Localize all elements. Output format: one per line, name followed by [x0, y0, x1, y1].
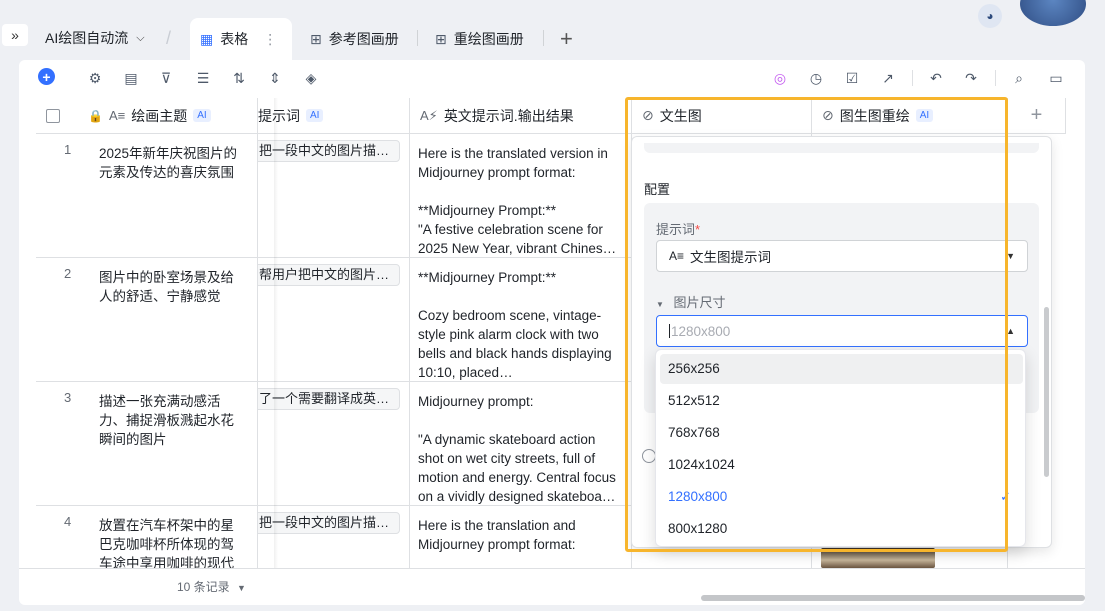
top-bar: » AI绘图自动流 ⌵ / ▦ 表格 ⋮ ⊞ 参考图画册 ⊞ 重绘图画册 + ◕ — [0, 0, 1105, 60]
output-text: Here is the translated version in Midjou… — [418, 146, 617, 256]
table-row[interactable]: 2 图片中的卧室场景及给人的舒适、宁静感觉 — [36, 258, 258, 382]
frozen-column-divider — [274, 98, 278, 568]
linked-chip[interactable]: 把一段中文的图片描… — [258, 140, 400, 162]
output-text: **Midjourney Prompt:** Cozy bedroom scen… — [418, 270, 612, 380]
more-icon[interactable]: ⋮ — [263, 31, 277, 48]
theme-cell[interactable]: 图片中的卧室场景及给人的舒适、宁静感觉 — [99, 268, 247, 306]
linked-chip[interactable]: 帮用户把中文的图片… — [258, 264, 400, 286]
avatar[interactable]: ◕ — [978, 4, 1002, 28]
field-config-icon[interactable]: ▤ — [122, 69, 140, 87]
tab-label: 表格 — [220, 31, 249, 47]
chevron-down-icon: ⌵ — [136, 31, 145, 44]
redo-icon[interactable]: ↷ — [962, 69, 980, 87]
add-column-icon[interactable]: + — [1008, 98, 1066, 134]
prompt-cell[interactable]: 把一段中文的图片描… — [258, 134, 410, 258]
add-record-icon[interactable]: + — [38, 68, 55, 85]
output-cell[interactable]: **Midjourney Prompt:** Cozy bedroom scen… — [410, 258, 632, 382]
row-number: 1 — [64, 142, 72, 157]
popup-scrollbar[interactable] — [1044, 307, 1049, 477]
text-field-icon: A≡ — [108, 108, 126, 123]
lock-icon: 🔒 — [88, 108, 103, 123]
form-icon[interactable]: ☑ — [843, 69, 861, 87]
output-cell[interactable]: Here is the translated version in Midjou… — [410, 134, 632, 258]
tab-redraw-gallery[interactable]: ⊞ 重绘图画册 — [425, 18, 534, 60]
header-label: 英文提示词.输出结果 — [443, 107, 574, 124]
filter-icon[interactable]: ⊽ — [157, 69, 175, 87]
column-header-english[interactable]: A⚡ 英文提示词.输出结果 — [410, 98, 632, 134]
automation-icon[interactable]: ◷ — [807, 69, 825, 87]
comment-icon[interactable]: ▭ — [1047, 69, 1065, 87]
header-label: 提示词 — [258, 107, 300, 124]
output-cell[interactable]: Here is the translation and Midjourney p… — [410, 506, 632, 568]
ai-badge: AI — [306, 109, 324, 122]
tab-label: 参考图画册 — [328, 31, 399, 47]
record-count[interactable]: 10 条记录 ▼ — [177, 578, 246, 595]
add-tab-icon[interactable]: + — [560, 26, 573, 52]
prompt-cell[interactable]: 把一段中文的图片描… — [258, 506, 410, 568]
fill-color-icon[interactable]: ◈ — [302, 69, 320, 87]
ai-badge: AI — [193, 109, 211, 122]
tab-reference-gallery[interactable]: ⊞ 参考图画册 — [300, 18, 409, 60]
output-cell[interactable]: Midjourney prompt: "A dynamic skateboard… — [410, 382, 632, 506]
table-row[interactable]: 3 描述一张充满动感活力、捕捉滑板溅起水花瞬间的图片 — [36, 382, 258, 506]
theme-cell[interactable]: 2025年新年庆祝图片的元素及传达的喜庆氛围 — [99, 144, 247, 182]
ai-text-field-icon: A⚡ — [420, 107, 438, 123]
tab-label: 重绘图画册 — [453, 31, 524, 47]
app-switcher[interactable]: AI绘图自动流 ⌵ — [45, 28, 145, 48]
divider — [417, 30, 418, 46]
share-icon[interactable]: ↗ — [879, 69, 897, 87]
gallery-icon: ⊞ — [310, 30, 322, 47]
horizontal-scrollbar[interactable] — [701, 595, 1085, 601]
sort-icon[interactable]: ⇅ — [230, 69, 248, 87]
ai-assistant-icon[interactable]: ◎ — [771, 69, 789, 87]
row-number: 4 — [64, 514, 72, 529]
divider — [995, 70, 996, 86]
linked-chip[interactable]: 把一段中文的图片描… — [258, 512, 400, 534]
theme-cell[interactable]: 放置在汽车杯架中的星巴克咖啡杯所体现的驾车途中享用咖啡的现代 — [99, 516, 247, 568]
highlight-box — [625, 97, 1008, 552]
row-number: 3 — [64, 390, 72, 405]
divider: / — [166, 28, 172, 48]
output-text: Midjourney prompt: "A dynamic skateboard… — [418, 394, 616, 504]
output-text: Here is the translation and Midjourney p… — [418, 518, 580, 552]
table-row[interactable]: 4 放置在汽车杯架中的星巴克咖啡杯所体现的驾车途中享用咖啡的现代 — [36, 506, 258, 568]
app-name: AI绘图自动流 — [45, 30, 129, 46]
expand-sidebar-icon[interactable]: » — [2, 24, 28, 46]
search-icon[interactable]: ⌕ — [1010, 69, 1028, 87]
avatar[interactable] — [1020, 0, 1086, 26]
gallery-icon: ⊞ — [435, 30, 447, 47]
group-icon[interactable]: ☰ — [194, 69, 212, 87]
divider — [543, 30, 544, 46]
row-number: 2 — [64, 266, 72, 281]
tab-table[interactable]: ▦ 表格 ⋮ — [190, 18, 292, 60]
prompt-cell[interactable]: 帮用户把中文的图片… — [258, 258, 410, 382]
record-count-label: 10 条记录 — [177, 580, 230, 594]
settings-icon[interactable]: ⚙ — [86, 69, 104, 87]
linked-chip[interactable]: 了一个需要翻译成英… — [258, 388, 400, 410]
select-all-checkbox[interactable] — [46, 108, 60, 123]
prompt-cell[interactable]: 了一个需要翻译成英… — [258, 382, 410, 506]
toolbar: + ⚙ ▤ ⊽ ☰ ⇅ ⇕ ◈ ◎ ◷ ☑ ↗ ↶ ↷ ⌕ ▭ — [19, 60, 1085, 96]
table-row[interactable]: 1 2025年新年庆祝图片的元素及传达的喜庆氛围 — [36, 134, 258, 258]
caret-down-icon: ▼ — [237, 583, 246, 593]
theme-cell[interactable]: 描述一张充满动感活力、捕捉滑板溅起水花瞬间的图片 — [99, 392, 247, 449]
column-header-prompt[interactable]: 提示词 AI — [258, 98, 410, 134]
divider — [912, 70, 913, 86]
header-label: 绘画主题 — [131, 107, 188, 124]
grid-icon: ▦ — [200, 30, 214, 47]
column-header-theme[interactable]: 🔒 A≡ 绘画主题 AI — [36, 98, 258, 134]
row-height-icon[interactable]: ⇕ — [266, 69, 284, 87]
undo-icon[interactable]: ↶ — [927, 69, 945, 87]
